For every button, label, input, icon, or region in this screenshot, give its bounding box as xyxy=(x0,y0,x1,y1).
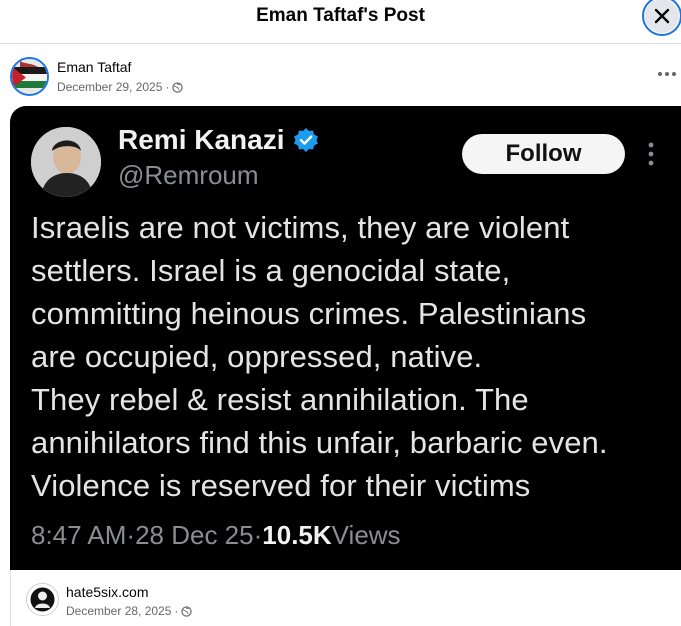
close-icon xyxy=(654,8,670,24)
tweet-date: 28 Dec 25 xyxy=(135,520,254,550)
globe-icon xyxy=(181,605,193,617)
tweet-author-name: Remi Kanazi xyxy=(118,124,319,156)
tweet-separator: · xyxy=(253,520,263,550)
source-avatar-image xyxy=(27,584,58,615)
tweet-separator: · xyxy=(126,520,136,550)
author-name[interactable]: Eman Taftaf xyxy=(57,59,131,75)
source-meta: December 28, 2025 · xyxy=(66,604,193,618)
source-date[interactable]: December 28, 2025 xyxy=(66,604,171,618)
close-button[interactable] xyxy=(642,0,681,36)
tweet-time: 8:47 AM xyxy=(31,520,127,550)
tweet-footer: 8:47 AM · 28 Dec 25 · 10.5K Views xyxy=(31,520,401,551)
tweet-handle: @Remroum xyxy=(118,160,259,190)
post-date[interactable]: December 29, 2025 xyxy=(57,80,162,94)
tweet-screenshot[interactable]: Remi Kanazi @Remroum Follow Israelis are… xyxy=(10,106,681,570)
source-avatar[interactable] xyxy=(26,583,59,616)
tweet-text: Israelis are not victims, they are viole… xyxy=(31,210,608,503)
globe-icon xyxy=(172,81,184,93)
post-more-options-button[interactable] xyxy=(652,64,681,84)
shared-post-source: hate5six.com December 28, 2025 · xyxy=(10,570,681,626)
meta-separator: · xyxy=(174,604,179,618)
meta-separator: · xyxy=(165,80,170,94)
more-vertical-icon xyxy=(648,142,654,166)
verified-badge-icon xyxy=(293,128,318,152)
post-header: Eman Taftaf December 29, 2025 · xyxy=(0,44,681,106)
more-horizontal-icon xyxy=(658,72,676,76)
flag-avatar-image xyxy=(12,59,47,94)
tweet-author-name-text: Remi Kanazi xyxy=(118,124,285,155)
modal-title: Eman Taftaf's Post xyxy=(256,5,425,26)
post-meta: December 29, 2025 · xyxy=(57,80,184,94)
tweet-views-label: Views xyxy=(331,520,401,550)
source-name[interactable]: hate5six.com xyxy=(66,584,148,600)
tweet-avatar xyxy=(31,127,101,197)
author-avatar[interactable] xyxy=(10,57,49,96)
modal-header: Eman Taftaf's Post xyxy=(0,0,681,44)
tweet-views-count: 10.5K xyxy=(262,520,332,550)
follow-button: Follow xyxy=(462,134,625,174)
profile-photo xyxy=(31,127,101,197)
